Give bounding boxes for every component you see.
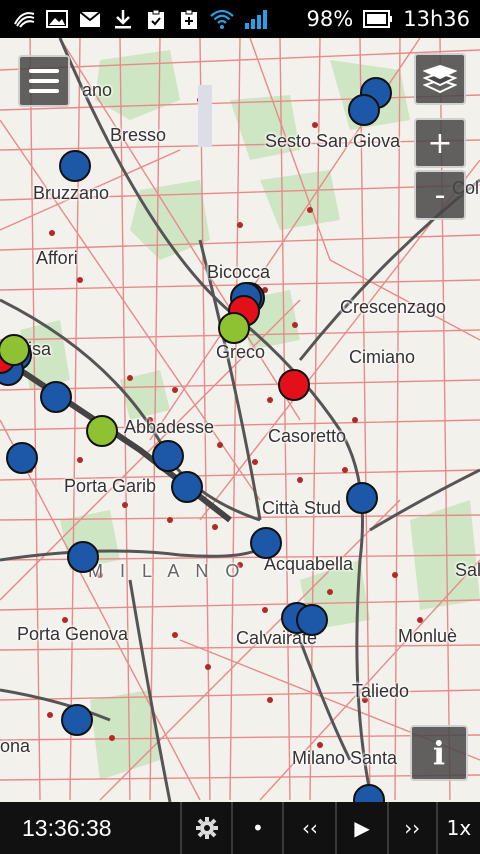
- vehicle-marker-blue[interactable]: [40, 381, 72, 413]
- playback-time: 13:36:38: [22, 814, 112, 841]
- cell-signal-icon: [245, 10, 267, 29]
- status-clock: 13h36: [403, 7, 470, 31]
- vehicle-marker-blue[interactable]: [67, 541, 99, 573]
- vehicle-marker-green[interactable]: [0, 334, 30, 366]
- info-button[interactable]: i: [410, 725, 468, 781]
- vehicle-marker-green[interactable]: [218, 312, 250, 344]
- vehicle-markers-svg: [0, 77, 392, 802]
- image-icon: [46, 10, 68, 28]
- vehicle-marker-blue[interactable]: [171, 471, 203, 503]
- menu-button[interactable]: [18, 55, 70, 107]
- transit-map[interactable]: ano Bresso Sesto San Giova Bruzzano Affori Bi…: [0, 38, 480, 802]
- vehicle-marker-blue[interactable]: [346, 482, 378, 514]
- layers-button[interactable]: [414, 53, 466, 105]
- vehicle-marker-blue[interactable]: [353, 784, 385, 802]
- vehicle-marker-blue[interactable]: [250, 527, 282, 559]
- rewind-button[interactable]: ‹‹: [282, 802, 335, 854]
- clipboard-plus-icon: [181, 9, 197, 29]
- vehicle-marker-blue[interactable]: [61, 704, 93, 736]
- wifi-icon: [210, 9, 234, 29]
- vehicle-marker-blue[interactable]: [152, 440, 184, 472]
- forward-button[interactable]: ››: [386, 802, 436, 854]
- speed-button[interactable]: 1x: [435, 802, 480, 854]
- vehicle-marker-blue[interactable]: [6, 442, 38, 474]
- mail-icon: [79, 11, 101, 27]
- clipboard-check-icon: [148, 9, 164, 29]
- play-button[interactable]: ▶: [335, 802, 386, 854]
- signal-swirl-icon: [14, 12, 35, 28]
- playback-bar: 13:36:38 • ‹‹ ▶ ›› 1x: [0, 802, 480, 854]
- vehicle-marker-blue[interactable]: [348, 94, 380, 126]
- gear-icon: [195, 817, 218, 839]
- download-icon: [115, 10, 131, 29]
- layers-icon: [423, 64, 457, 94]
- hamburger-menu-icon: [29, 69, 59, 73]
- battery-icon: [363, 10, 393, 28]
- battery-percent: 98%: [306, 7, 354, 31]
- vehicle-marker-red[interactable]: [278, 369, 310, 401]
- zoom-out-button[interactable]: -: [414, 170, 466, 220]
- status-bar: 98% 13h36: [0, 0, 480, 38]
- vehicle-marker-blue[interactable]: [59, 150, 91, 182]
- vehicle-marker-green[interactable]: [86, 415, 118, 447]
- zoom-in-button[interactable]: +: [414, 118, 466, 168]
- record-button[interactable]: •: [231, 802, 282, 854]
- vehicle-marker-blue[interactable]: [296, 604, 328, 636]
- settings-button[interactable]: [180, 802, 231, 854]
